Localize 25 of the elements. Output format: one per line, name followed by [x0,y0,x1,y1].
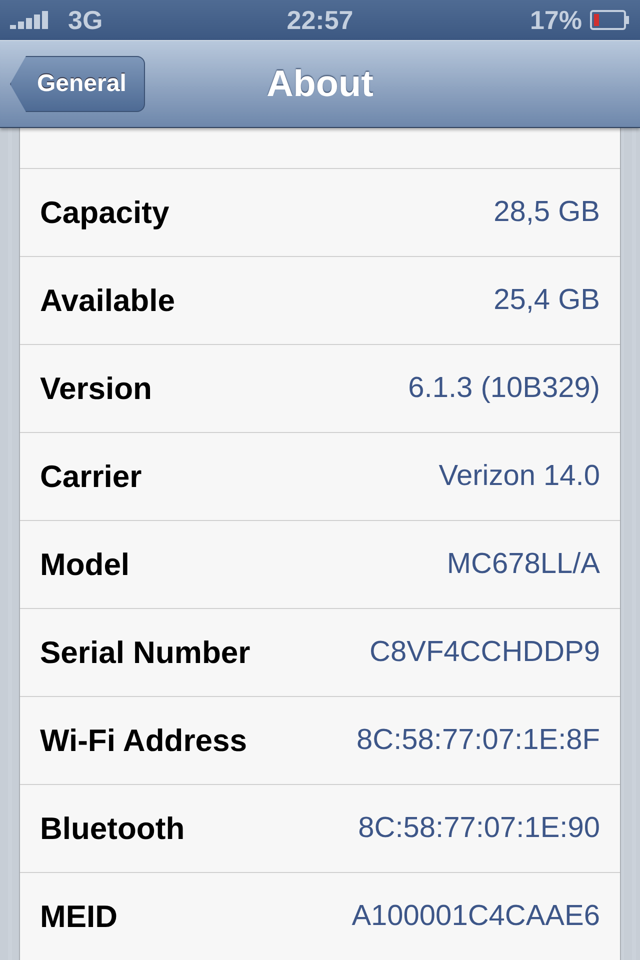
row-value: Verizon 14.0 [438,460,600,493]
row-label: Version [40,370,152,406]
row-value: 6.1.3 (10B329) [408,372,600,405]
battery-icon [590,10,630,30]
row-label: Available [40,282,175,318]
row-label: Capacity [40,194,170,230]
battery-percent: 17% [530,4,582,36]
page-title: About [266,63,374,105]
status-time: 22:57 [286,4,354,36]
row-label: Wi-Fi Address [40,722,247,758]
signal-icon [10,11,50,29]
row-value: A100001C4CAAE6 [352,900,600,933]
network-type: 3G [68,4,103,36]
row-label: Model [40,546,130,582]
row-label: Serial Number [40,634,250,670]
row-value: 28,5 GB [494,196,600,229]
row-label: Carrier [40,458,142,494]
row-label: Bluetooth [40,810,185,846]
row-label: MEID [40,898,118,934]
row-value: 8C:58:77:07:1E:8F [356,724,600,757]
row-value: 25,4 GB [494,284,600,317]
row-value: MC678LL/A [446,548,600,581]
row-value: C8VF4CCHDDP9 [370,636,600,669]
row-value: 8C:58:77:07:1E:90 [358,812,600,845]
back-button[interactable]: General [10,56,146,112]
